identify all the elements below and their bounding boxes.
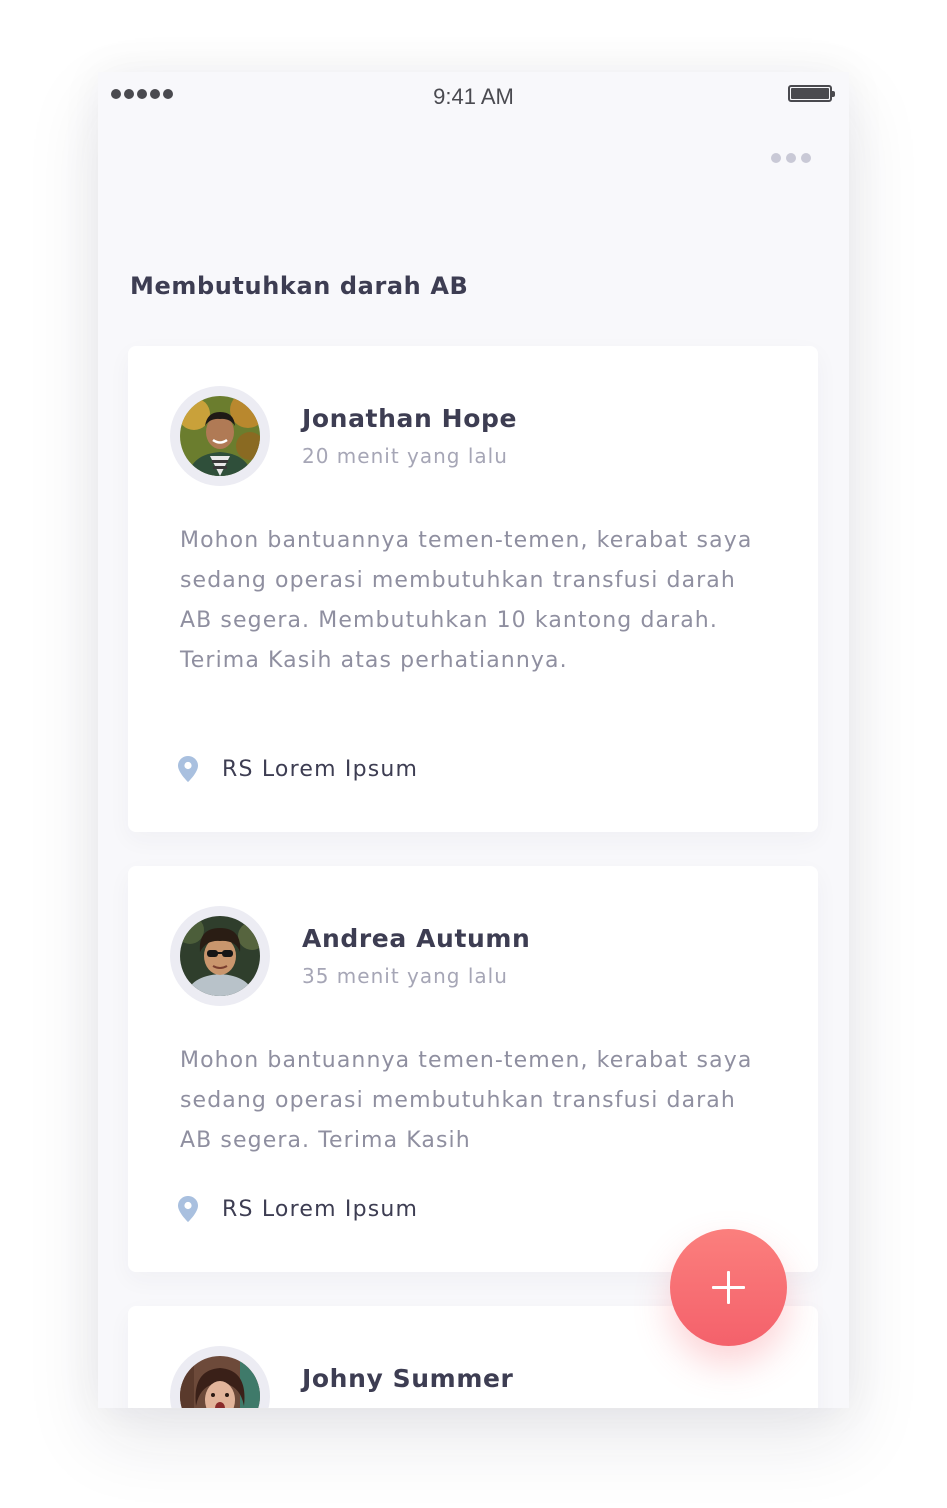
- add-request-button[interactable]: [670, 1229, 787, 1346]
- page-title: Membutuhkan darah AB: [130, 272, 469, 300]
- location: RS Lorem Ipsum: [178, 1196, 418, 1222]
- avatar: [170, 906, 270, 1006]
- location-label: RS Lorem Ipsum: [222, 756, 419, 782]
- status-bar: 9:41 AM: [98, 72, 849, 122]
- request-card[interactable]: Andrea Autumn 35 menit yang lalu Mohon b…: [128, 866, 818, 1272]
- avatar: [170, 1346, 270, 1408]
- avatar: [170, 386, 270, 486]
- more-options-button[interactable]: [766, 146, 816, 170]
- requester-name: Jonathan Hope: [302, 404, 518, 433]
- plus-icon: [712, 1271, 745, 1304]
- requester-name: Andrea Autumn: [302, 924, 531, 953]
- avatar-photo-jonathan: [180, 396, 260, 476]
- more-horizontal-icon: [771, 153, 781, 163]
- screen: 9:41 AM Membutuhkan darah AB Jonathan Ho…: [0, 0, 947, 1508]
- location-pin-icon: [178, 1196, 198, 1222]
- avatar-photo-andrea: [180, 916, 260, 996]
- post-time: 20 menit yang lalu: [302, 444, 508, 468]
- request-message: Mohon bantuannya temen-temen, kerabat sa…: [180, 528, 753, 673]
- location-pin-icon: [178, 756, 198, 782]
- status-time: 9:41 AM: [433, 84, 514, 109]
- avatar-photo-johny: [180, 1356, 260, 1408]
- request-message: Mohon bantuannya temen-temen, kerabat sa…: [180, 1048, 753, 1153]
- phone-frame: 9:41 AM Membutuhkan darah AB Jonathan Ho…: [98, 72, 849, 1408]
- location-label: RS Lorem Ipsum: [222, 1196, 419, 1222]
- request-card[interactable]: Jonathan Hope 20 menit yang lalu Mohon b…: [128, 346, 818, 832]
- location: RS Lorem Ipsum: [178, 756, 418, 782]
- battery-icon: [788, 85, 835, 102]
- requester-name: Johny Summer: [302, 1364, 514, 1393]
- post-time: 35 menit yang lalu: [302, 964, 508, 988]
